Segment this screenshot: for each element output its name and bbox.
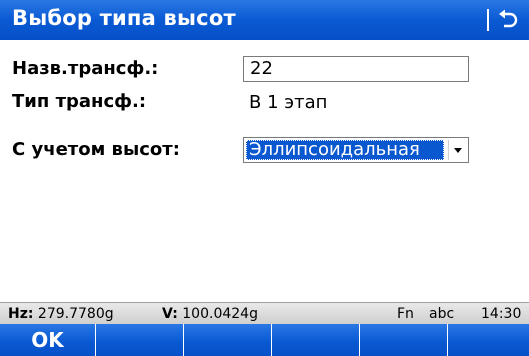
height-mode-select[interactable]: Эллипсоидальная bbox=[243, 137, 469, 163]
status-bar: Hz: 279.7780g V: 100.0424g Fn abc 14:30 bbox=[0, 302, 529, 324]
hz-value: 279.7780g bbox=[37, 306, 114, 322]
height-mode-label: С учетом высот: bbox=[12, 139, 180, 160]
function-key-6[interactable] bbox=[448, 324, 529, 356]
function-key-3[interactable] bbox=[184, 324, 272, 356]
transform-name-label: Назв.трансф.: bbox=[12, 58, 159, 79]
height-mode-selected: Эллипсоидальная bbox=[246, 140, 444, 160]
transform-name-input[interactable]: 22 bbox=[243, 56, 469, 82]
hz-readout: Hz: 279.7780g bbox=[8, 306, 114, 322]
return-arrow-icon[interactable] bbox=[495, 8, 519, 32]
title-separator bbox=[487, 9, 489, 31]
chevron-down-icon[interactable] bbox=[448, 140, 466, 160]
transform-name-row: Назв.трансф.: 22 bbox=[0, 56, 529, 84]
function-key-bar: OK bbox=[0, 324, 529, 356]
function-key-2[interactable] bbox=[96, 324, 184, 356]
height-mode-row: С учетом высот: Эллипсоидальная bbox=[0, 137, 529, 165]
clock: 14:30 bbox=[481, 306, 522, 322]
window-title: Выбор типа высот bbox=[12, 6, 236, 30]
function-key-4[interactable] bbox=[272, 324, 360, 356]
hz-label: Hz: bbox=[8, 306, 34, 322]
v-readout: V: 100.0424g bbox=[162, 306, 258, 322]
transform-type-row: Тип трансф.: В 1 этап bbox=[0, 90, 529, 118]
input-mode-indicator: abc bbox=[429, 306, 455, 322]
function-key-5[interactable] bbox=[360, 324, 448, 356]
transform-type-value: В 1 этап bbox=[249, 92, 328, 113]
title-bar: Выбор типа высот bbox=[0, 0, 529, 40]
v-value: 100.0424g bbox=[182, 306, 258, 322]
v-label: V: bbox=[162, 306, 178, 322]
fn-indicator: Fn bbox=[397, 306, 414, 322]
ok-button[interactable]: OK bbox=[0, 324, 96, 356]
transform-type-label: Тип трансф.: bbox=[12, 91, 147, 112]
